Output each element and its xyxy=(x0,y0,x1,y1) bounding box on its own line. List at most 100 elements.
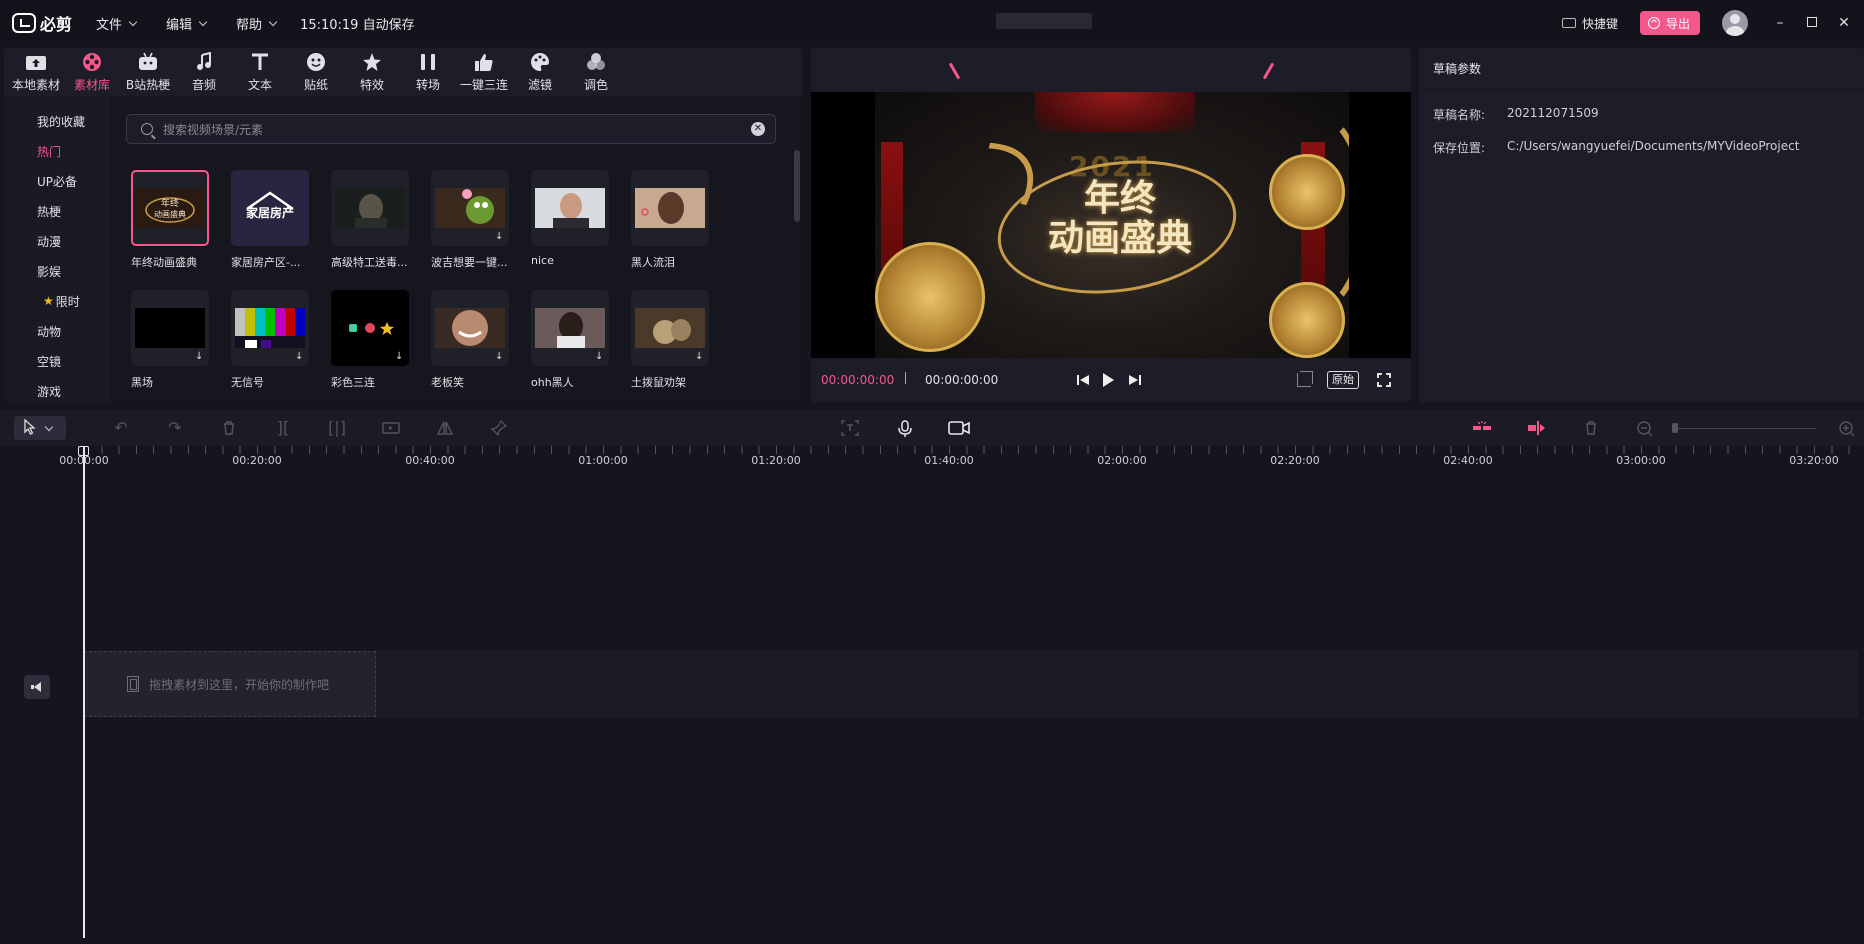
media-thumbnail[interactable] xyxy=(331,170,409,246)
category-memes[interactable]: 热梗 xyxy=(4,196,110,226)
tab-material-library[interactable]: 素材库 xyxy=(64,48,120,96)
menu-file[interactable]: 文件 xyxy=(96,14,138,33)
media-thumbnail[interactable]: 年终 动画盛典 xyxy=(131,170,209,246)
menu-edit[interactable]: 编辑 xyxy=(166,14,208,33)
media-item[interactable]: ↓ 老板笑 xyxy=(431,290,509,390)
text-recognition-icon[interactable] xyxy=(841,420,859,436)
category-animals[interactable]: 动物 xyxy=(4,316,110,346)
download-icon[interactable]: ↓ xyxy=(595,352,603,362)
media-thumbnail[interactable]: ↓ xyxy=(331,290,409,366)
category-hot[interactable]: 热门 xyxy=(4,136,110,166)
download-icon[interactable]: ↓ xyxy=(495,352,503,362)
shortcut-button[interactable]: 快捷键 xyxy=(1561,15,1618,32)
skip-forward-icon[interactable] xyxy=(1127,373,1141,387)
close-icon[interactable]: ✕ xyxy=(1838,15,1850,31)
media-thumbnail[interactable]: ↓ xyxy=(531,290,609,366)
tab-audio[interactable]: 音频 xyxy=(176,48,232,96)
timeline[interactable]: 00:00:00 00:20:00 00:40:00 01:00:00 01:2… xyxy=(0,446,1864,944)
time-ruler[interactable]: 00:00:00 00:20:00 00:40:00 01:00:00 01:2… xyxy=(0,446,1864,474)
clear-search-icon[interactable]: ✕ xyxy=(751,122,765,136)
camera-record-icon[interactable] xyxy=(948,420,970,436)
zoom-slider-handle[interactable] xyxy=(1672,423,1678,433)
media-item[interactable]: ↓ 黑场 xyxy=(131,290,209,390)
tab-color-grading[interactable]: 调色 xyxy=(568,48,624,96)
media-thumbnail[interactable]: ↓ xyxy=(431,170,509,246)
media-thumbnail[interactable]: ↓ xyxy=(131,290,209,366)
media-item[interactable]: ↓ 波吉想要一键... xyxy=(431,170,509,270)
undo-icon[interactable]: ↶ xyxy=(112,420,130,436)
maximize-icon[interactable] xyxy=(1806,15,1818,31)
ruler-ticks xyxy=(84,446,1864,454)
microphone-icon[interactable] xyxy=(896,420,914,437)
media-item[interactable]: ↓ 无信号 xyxy=(231,290,309,390)
category-anime[interactable]: 动漫 xyxy=(4,226,110,256)
trim-icon[interactable]: [|] xyxy=(328,420,346,436)
download-icon[interactable]: ↓ xyxy=(395,352,403,362)
category-film[interactable]: 影娱 xyxy=(4,256,110,286)
aspect-ratio-button[interactable]: 原始 xyxy=(1327,371,1359,389)
download-icon[interactable]: ↓ xyxy=(495,232,503,242)
zoom-slider-track[interactable] xyxy=(1674,428,1816,429)
media-item[interactable]: 黑人流泪 xyxy=(631,170,709,270)
track-volume-button[interactable] xyxy=(24,675,50,699)
tab-triple-like[interactable]: 一键三连 xyxy=(456,48,512,96)
tab-text[interactable]: 文本 xyxy=(232,48,288,96)
minimize-icon[interactable]: – xyxy=(1774,15,1786,31)
category-limited[interactable]: ★ 限时 xyxy=(4,286,110,316)
tab-stickers[interactable]: 贴纸 xyxy=(288,48,344,96)
media-thumbnail[interactable]: ↓ xyxy=(431,290,509,366)
category-up-essentials[interactable]: UP必备 xyxy=(4,166,110,196)
delete-track-icon[interactable] xyxy=(1582,420,1600,436)
category-favorites[interactable]: 我的收藏 xyxy=(4,106,110,136)
media-item[interactable]: 家居房产 家居房产区-... xyxy=(231,170,309,270)
video-curtain xyxy=(1035,92,1195,132)
avatar[interactable] xyxy=(1722,10,1748,36)
tab-bilibili-memes[interactable]: B站热梗 xyxy=(120,48,176,96)
video-player[interactable]: 2021 年终 动画盛典 xyxy=(811,92,1411,358)
freeze-frame-icon[interactable] xyxy=(382,420,400,436)
linkage-icon[interactable] xyxy=(1527,420,1545,436)
tab-effects[interactable]: 特效 xyxy=(344,48,400,96)
draft-name-value: 202112071509 xyxy=(1507,106,1599,120)
zoom-in-icon[interactable] xyxy=(1838,420,1856,437)
media-item[interactable]: ↓ 彩色三连 xyxy=(331,290,409,390)
download-icon[interactable]: ↓ xyxy=(195,352,203,362)
drop-zone[interactable]: 拖拽素材到这里，开始你的制作吧 xyxy=(84,651,376,717)
playhead[interactable] xyxy=(83,446,85,938)
search-input[interactable]: 搜索视频场景/元素 ✕ xyxy=(126,114,776,144)
snap-icon[interactable] xyxy=(1472,420,1491,436)
media-item[interactable]: 年终 动画盛典 年终动画盛典 xyxy=(131,170,209,270)
redo-icon[interactable]: ↷ xyxy=(166,420,184,436)
zoom-out-icon[interactable] xyxy=(1636,420,1654,437)
category-games[interactable]: 游戏 xyxy=(4,376,110,402)
skip-back-icon[interactable] xyxy=(1077,373,1091,387)
menu-help[interactable]: 帮助 xyxy=(236,14,278,33)
ruler-label: 03:00:00 xyxy=(1616,454,1666,467)
media-thumbnail[interactable] xyxy=(531,170,609,246)
tab-filters[interactable]: 滤镜 xyxy=(512,48,568,96)
tab-local-media[interactable]: 本地素材 xyxy=(8,48,64,96)
split-icon[interactable]: ][ xyxy=(274,420,292,436)
video-title-line1: 年终 xyxy=(1083,177,1156,219)
fullscreen-icon[interactable] xyxy=(1377,373,1391,387)
media-thumbnail[interactable]: ↓ xyxy=(231,290,309,366)
media-item[interactable]: 高级特工送毒... xyxy=(331,170,409,270)
tab-transitions[interactable]: 转场 xyxy=(400,48,456,96)
media-item[interactable]: ↓ 土拨鼠劝架 xyxy=(631,290,709,390)
crop-icon[interactable] xyxy=(1297,371,1313,387)
category-empty-shots[interactable]: 空镜 xyxy=(4,346,110,376)
media-thumbnail[interactable]: ↓ xyxy=(631,290,709,366)
media-scrollbar[interactable] xyxy=(794,150,800,222)
mirror-icon[interactable] xyxy=(436,420,454,436)
pin-icon[interactable] xyxy=(490,419,508,437)
download-icon[interactable]: ↓ xyxy=(695,352,703,362)
download-icon[interactable]: ↓ xyxy=(295,352,303,362)
media-item[interactable]: ↓ ohh黑人 xyxy=(531,290,609,390)
export-button[interactable]: 导出 xyxy=(1639,11,1700,35)
play-icon[interactable] xyxy=(1103,373,1115,387)
media-item[interactable]: nice xyxy=(531,170,609,270)
select-tool-dropdown[interactable] xyxy=(14,416,66,440)
delete-icon[interactable] xyxy=(220,420,238,436)
media-thumbnail[interactable] xyxy=(631,170,709,246)
media-thumbnail[interactable]: 家居房产 xyxy=(231,170,309,246)
